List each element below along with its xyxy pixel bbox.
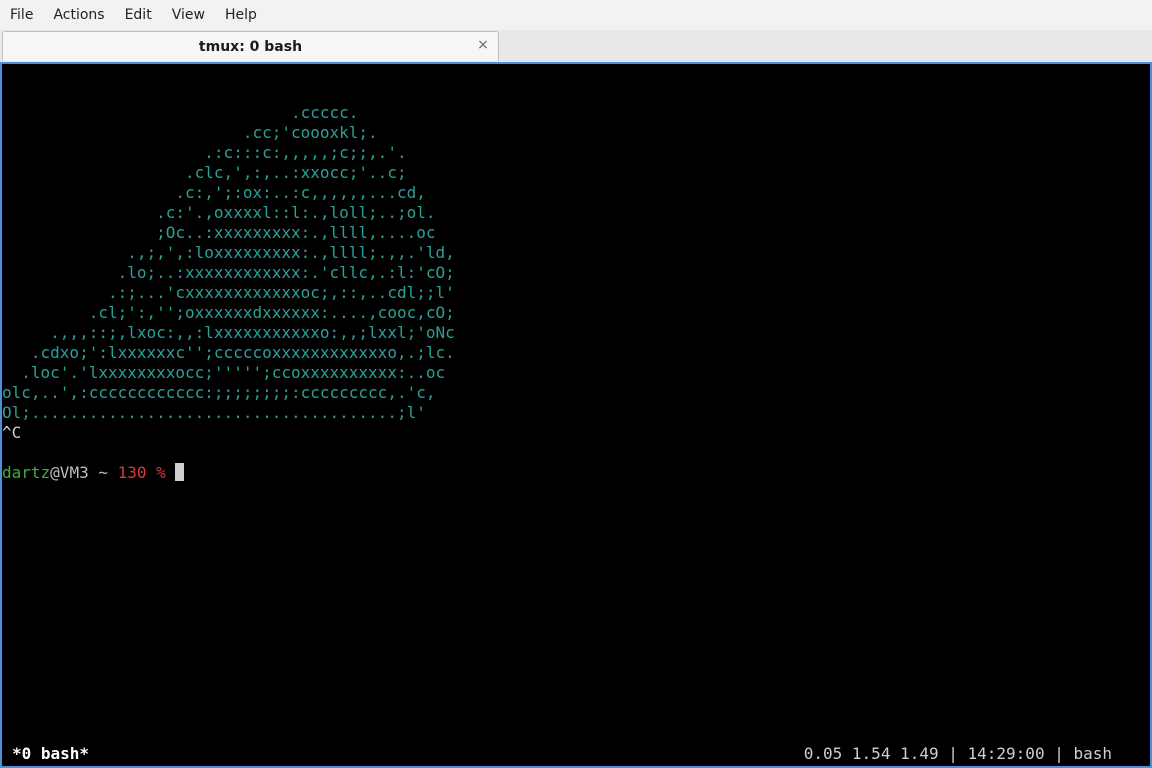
prompt-exit-code: 130 % <box>117 463 166 482</box>
ascii-art-line: Ol;.....................................… <box>2 403 426 422</box>
ascii-art-line: .,,,::;,lxoc:,,:lxxxxxxxxxxxo:,,;lxxl;'o… <box>2 323 455 342</box>
ascii-art-line: olc,..',:cccccccccccc:;;;;;;;;:ccccccccc… <box>2 383 436 402</box>
menu-bar: File Actions Edit View Help <box>0 0 1152 30</box>
ascii-art-line: .lo;..:xxxxxxxxxxxx:.'cllc,.:l:'cO; <box>2 263 455 282</box>
cursor-block <box>175 463 185 481</box>
ascii-art-line: .ccccc. <box>2 103 359 122</box>
menu-edit[interactable]: Edit <box>115 0 162 30</box>
ascii-art-line: .cdxo;':lxxxxxxc'';cccccoxxxxxxxxxxxxo,.… <box>2 343 455 362</box>
ascii-art-line: .loc'.'lxxxxxxxxocc;''''';ccoxxxxxxxxxx:… <box>2 363 446 382</box>
ascii-art-line: ;Oc..:xxxxxxxxx:.,llll,....oc <box>2 223 436 242</box>
ascii-art-line: .c:'.,oxxxxl::l:.,loll;..;ol. <box>2 203 436 222</box>
tmux-window-label[interactable]: *0 bash* <box>12 743 89 765</box>
close-icon[interactable]: × <box>474 36 492 54</box>
tab-tmux[interactable]: tmux: 0 bash × <box>2 31 499 61</box>
ascii-art-line: .clc,',:,..:xxocc;'..c; <box>2 163 407 182</box>
menu-help[interactable]: Help <box>215 0 267 30</box>
ascii-art-line: .:;...'cxxxxxxxxxxxxoc;,::,..cdl;;l' <box>2 283 455 302</box>
tab-title: tmux: 0 bash <box>198 39 303 55</box>
ascii-art-line: .,;,',:loxxxxxxxxx:.,llll;.,,.'ld, <box>2 243 455 262</box>
shell-prompt[interactable]: dartz@VM3 ~ 130 % <box>2 463 185 483</box>
prompt-host: @VM3 ~ <box>50 463 118 482</box>
menu-file[interactable]: File <box>0 0 43 30</box>
terminal-output: .ccccc. .cc;'coooxkl;. .:c:::c:,,,,,;c;;… <box>2 103 1148 443</box>
ascii-art-line: .c:,';:ox:..:c,,,,,,...cd, <box>2 183 426 202</box>
tab-bar: tmux: 0 bash × <box>0 30 1152 63</box>
ascii-art-line: .cc;'coooxkl;. <box>2 123 378 142</box>
tmux-status-info: 0.05 1.54 1.49 | 14:29:00 | bash <box>803 744 1112 763</box>
ascii-art-line: .:c:::c:,,,,,;c;;,.'. <box>2 143 407 162</box>
ascii-art-line: .cl;':,'';oxxxxxxdxxxxxx:....,cooc,cO; <box>2 303 455 322</box>
tmux-status-bar: *0 bash* 0.05 1.54 1.49 | 14:29:00 | bas… <box>2 743 1148 765</box>
interrupt-text: ^C <box>2 423 22 442</box>
prompt-user: dartz <box>2 463 51 482</box>
menu-view[interactable]: View <box>162 0 215 30</box>
menu-actions[interactable]: Actions <box>43 0 114 30</box>
